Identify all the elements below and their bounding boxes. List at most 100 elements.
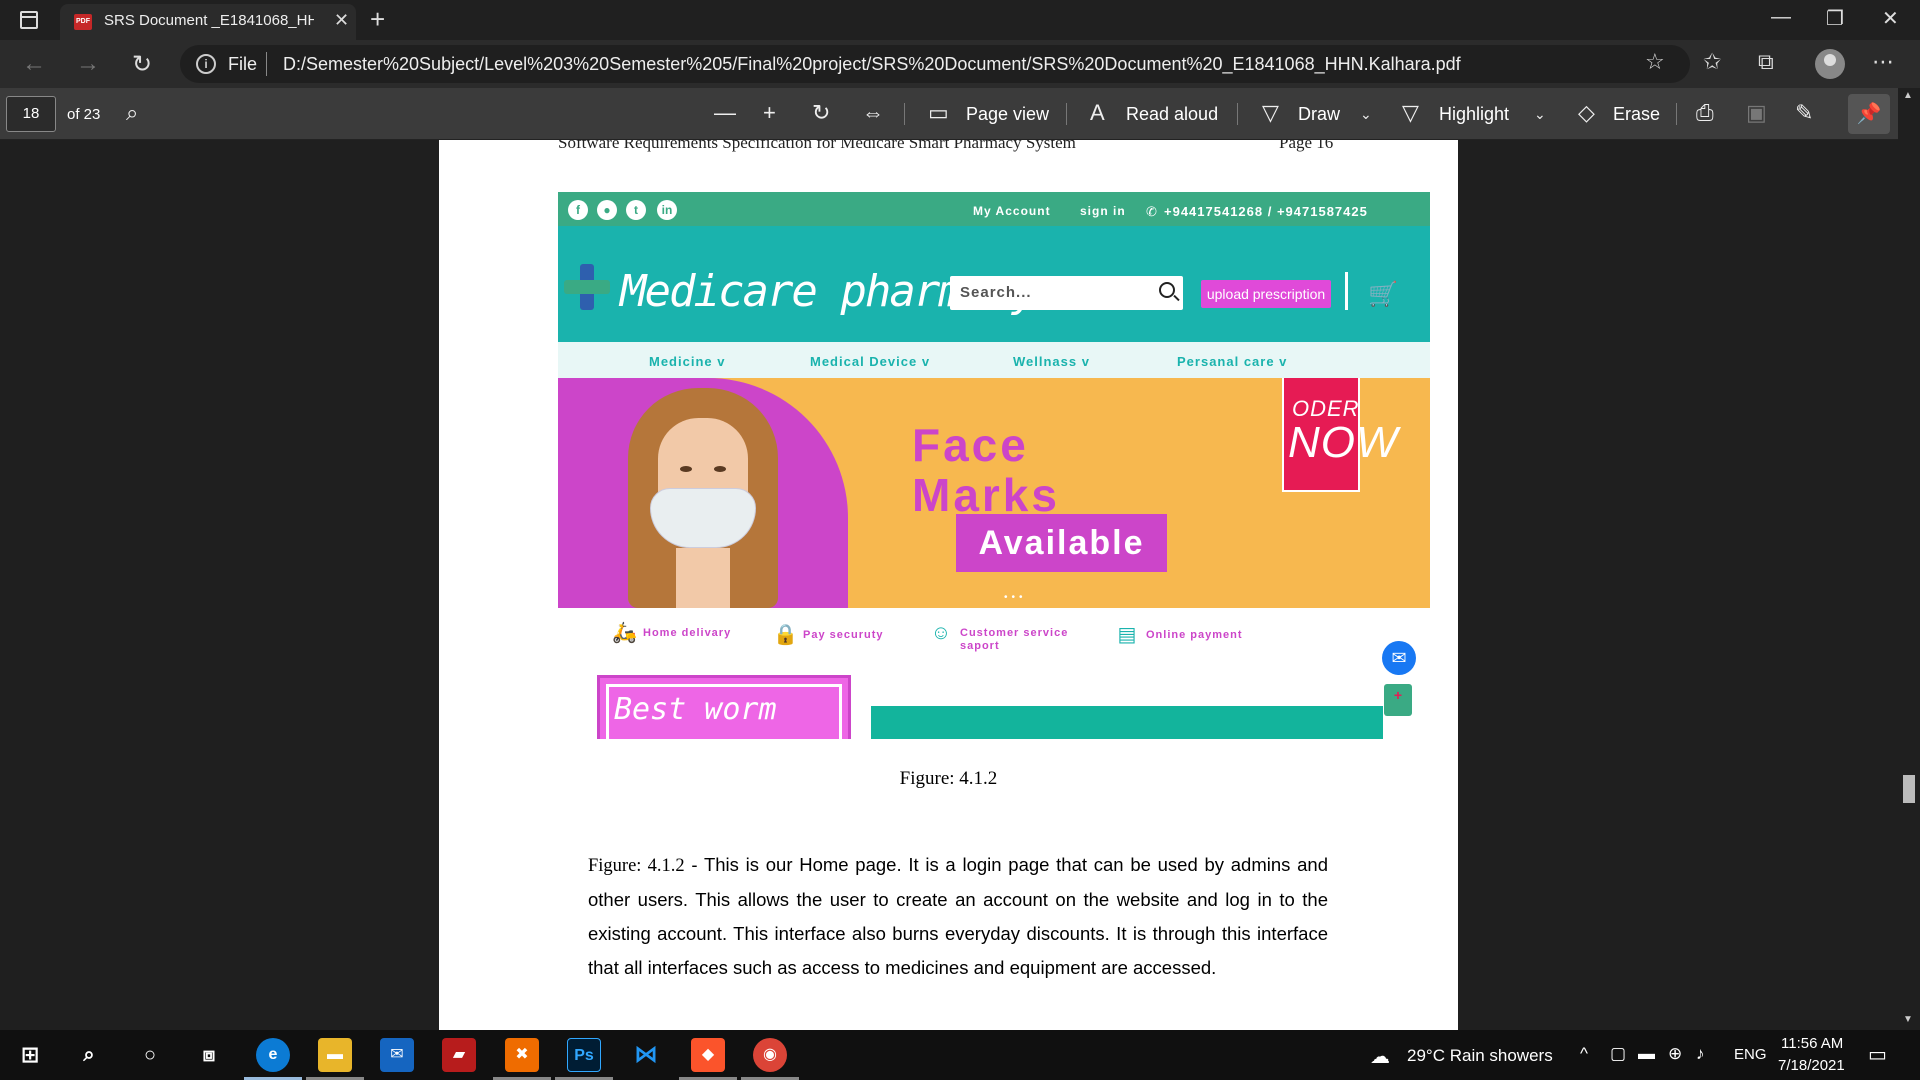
site-sign-in: sign in xyxy=(1080,204,1126,218)
tab-title: SRS Document _E1841068_HHN xyxy=(104,12,314,29)
language-indicator[interactable]: ENG xyxy=(1734,1046,1767,1063)
header-divider xyxy=(1345,272,1348,310)
scroll-up-icon[interactable]: ▲ xyxy=(1903,90,1913,101)
browser-tab[interactable]: PDF SRS Document _E1841068_HHN ✕ xyxy=(60,4,356,40)
show-hidden-icons[interactable]: ^ xyxy=(1580,1044,1588,1064)
rotate-icon[interactable]: ↻ xyxy=(812,100,830,126)
weather-text[interactable]: 29°C Rain showers xyxy=(1407,1046,1553,1066)
read-aloud-icon[interactable]: A xyxy=(1090,100,1105,126)
highlight-dropdown-icon[interactable]: ⌄ xyxy=(1534,106,1546,123)
phone-icon: ✆ xyxy=(1146,204,1158,219)
chrome-icon[interactable]: ◉ xyxy=(753,1038,787,1072)
save-as-icon[interactable]: ✎ xyxy=(1795,100,1813,126)
pdf-toolbar: 18 of 23 ⌕ — + ↻ ⇔ ▭ Page view A Read al… xyxy=(0,88,1920,140)
photoshop-icon[interactable]: Ps xyxy=(567,1038,601,1072)
mail-icon[interactable]: ✉ xyxy=(380,1038,414,1072)
site-upload-prescription: upload prescription xyxy=(1201,280,1331,308)
url-field[interactable]: i File D:/Semester%20Subject/Level%203%2… xyxy=(180,45,1690,83)
zoom-in-icon[interactable]: + xyxy=(763,100,776,126)
read-aloud-button[interactable]: Read aloud xyxy=(1126,104,1218,125)
back-icon[interactable]: ← xyxy=(22,50,46,78)
feature-customer-service-2: saport xyxy=(960,640,1000,652)
cortana-icon[interactable]: ○ xyxy=(133,1038,167,1072)
description-text: - This is our Home page. It is a login p… xyxy=(588,854,1328,978)
search-icon[interactable]: ⌕ xyxy=(126,100,138,126)
notifications-icon[interactable]: ▭ xyxy=(1868,1042,1887,1067)
file-explorer-icon[interactable]: ▬ xyxy=(318,1038,352,1072)
favorite-add-icon[interactable]: ☆ xyxy=(1645,49,1665,75)
highlight-icon[interactable]: ▽ xyxy=(1402,100,1419,126)
url-separator xyxy=(266,52,267,76)
highlight-button[interactable]: Highlight xyxy=(1439,104,1509,125)
teal-content-bar xyxy=(871,706,1383,739)
support-agent-icon: ☺ xyxy=(930,622,952,644)
page-total: of 23 xyxy=(67,106,101,123)
scroll-down-icon[interactable]: ▼ xyxy=(1903,1014,1913,1025)
clock-date[interactable]: 7/18/2021 xyxy=(1778,1057,1845,1074)
volume-icon[interactable]: ♪ xyxy=(1696,1044,1705,1064)
page-view-button[interactable]: Page view xyxy=(966,104,1049,125)
new-tab-icon[interactable]: + xyxy=(370,4,385,35)
pdf-icon: PDF xyxy=(74,14,92,30)
brave-icon[interactable]: ◆ xyxy=(691,1038,725,1072)
print-icon[interactable]: ⎙ xyxy=(1696,100,1714,126)
woman-with-mask-image xyxy=(628,388,778,608)
site-search-icon xyxy=(1159,282,1175,298)
battery-icon[interactable]: ▬ xyxy=(1638,1044,1655,1064)
refresh-icon[interactable]: ↻ xyxy=(132,50,152,79)
edge-icon[interactable]: e xyxy=(256,1038,290,1072)
pin-toolbar-icon[interactable]: 📌 xyxy=(1848,94,1890,134)
game-app-icon[interactable]: ▰ xyxy=(442,1038,476,1072)
facebook-icon: f xyxy=(568,200,588,220)
favorites-icon[interactable]: ✩ xyxy=(1703,49,1721,75)
site-nav-medical-device: Medical Device v xyxy=(810,354,931,369)
save-icon[interactable]: ▣ xyxy=(1746,100,1767,126)
page-number-input[interactable]: 18 xyxy=(6,96,56,132)
minimize-icon[interactable]: — xyxy=(1771,6,1791,29)
network-icon[interactable]: ⊕ xyxy=(1668,1044,1682,1064)
draw-dropdown-icon[interactable]: ⌄ xyxy=(1360,106,1372,123)
feature-online-payment: Online payment xyxy=(1146,629,1243,641)
close-window-icon[interactable]: ✕ xyxy=(1882,6,1899,31)
site-top-strip: f ● t in My Account sign in ✆ +944175412… xyxy=(558,192,1430,226)
forward-icon[interactable]: → xyxy=(76,50,100,78)
search-taskbar-icon[interactable]: ⌕ xyxy=(72,1038,106,1072)
zoom-out-icon[interactable]: — xyxy=(714,100,736,126)
file-label: File xyxy=(228,54,258,74)
site-search-box: Search... xyxy=(950,276,1183,310)
title-bar: PDF SRS Document _E1841068_HHN ✕ + — ❐ ✕ xyxy=(0,0,1920,40)
vscode-icon[interactable]: ⋈ xyxy=(629,1038,663,1072)
draw-icon[interactable]: ▽ xyxy=(1262,100,1279,126)
banner-title-line1: Face xyxy=(912,419,1029,471)
windows-start-icon[interactable]: ⊞ xyxy=(13,1038,47,1072)
fit-width-icon[interactable]: ⇔ xyxy=(862,100,884,126)
twitter-icon: t xyxy=(626,200,646,220)
info-icon[interactable]: i xyxy=(196,54,216,74)
figure-description: Figure: 4.1.2 - This is our Home page. I… xyxy=(588,848,1328,985)
restore-icon[interactable]: ❐ xyxy=(1826,6,1844,31)
profile-avatar[interactable] xyxy=(1815,49,1845,79)
site-my-account: My Account xyxy=(973,204,1051,218)
meet-now-icon[interactable]: ▢ xyxy=(1610,1044,1626,1064)
site-search-placeholder: Search... xyxy=(960,284,1032,301)
erase-icon[interactable]: ◇ xyxy=(1578,100,1595,126)
running-header-page: Page 16 xyxy=(1279,140,1334,152)
weather-icon[interactable]: ☁ xyxy=(1370,1044,1390,1069)
close-tab-icon[interactable]: ✕ xyxy=(334,10,349,31)
site-nav: Medicine v Medical Device v Wellnass v P… xyxy=(558,342,1430,378)
site-phone: +94417541268 / +9471587425 xyxy=(1164,204,1368,219)
url-text[interactable]: D:/Semester%20Subject/Level%203%20Semest… xyxy=(283,54,1461,75)
erase-button[interactable]: Erase xyxy=(1613,104,1660,125)
more-icon[interactable]: ⋯ xyxy=(1872,49,1894,75)
feature-customer-service: Customer service xyxy=(960,627,1069,639)
collections-icon[interactable]: ⧉ xyxy=(1758,49,1774,75)
scroll-thumb[interactable] xyxy=(1903,775,1915,803)
draw-button[interactable]: Draw xyxy=(1298,104,1340,125)
task-view-icon[interactable]: ⧈ xyxy=(192,1038,226,1072)
vertical-scrollbar[interactable]: ▲ ▼ xyxy=(1898,88,1920,1030)
clock-time[interactable]: 11:56 AM xyxy=(1781,1035,1843,1052)
xampp-icon[interactable]: ✖ xyxy=(505,1038,539,1072)
tab-actions-icon[interactable] xyxy=(20,11,38,29)
pharmacy-cross-logo-icon xyxy=(564,264,610,310)
page-view-icon[interactable]: ▭ xyxy=(928,100,949,126)
